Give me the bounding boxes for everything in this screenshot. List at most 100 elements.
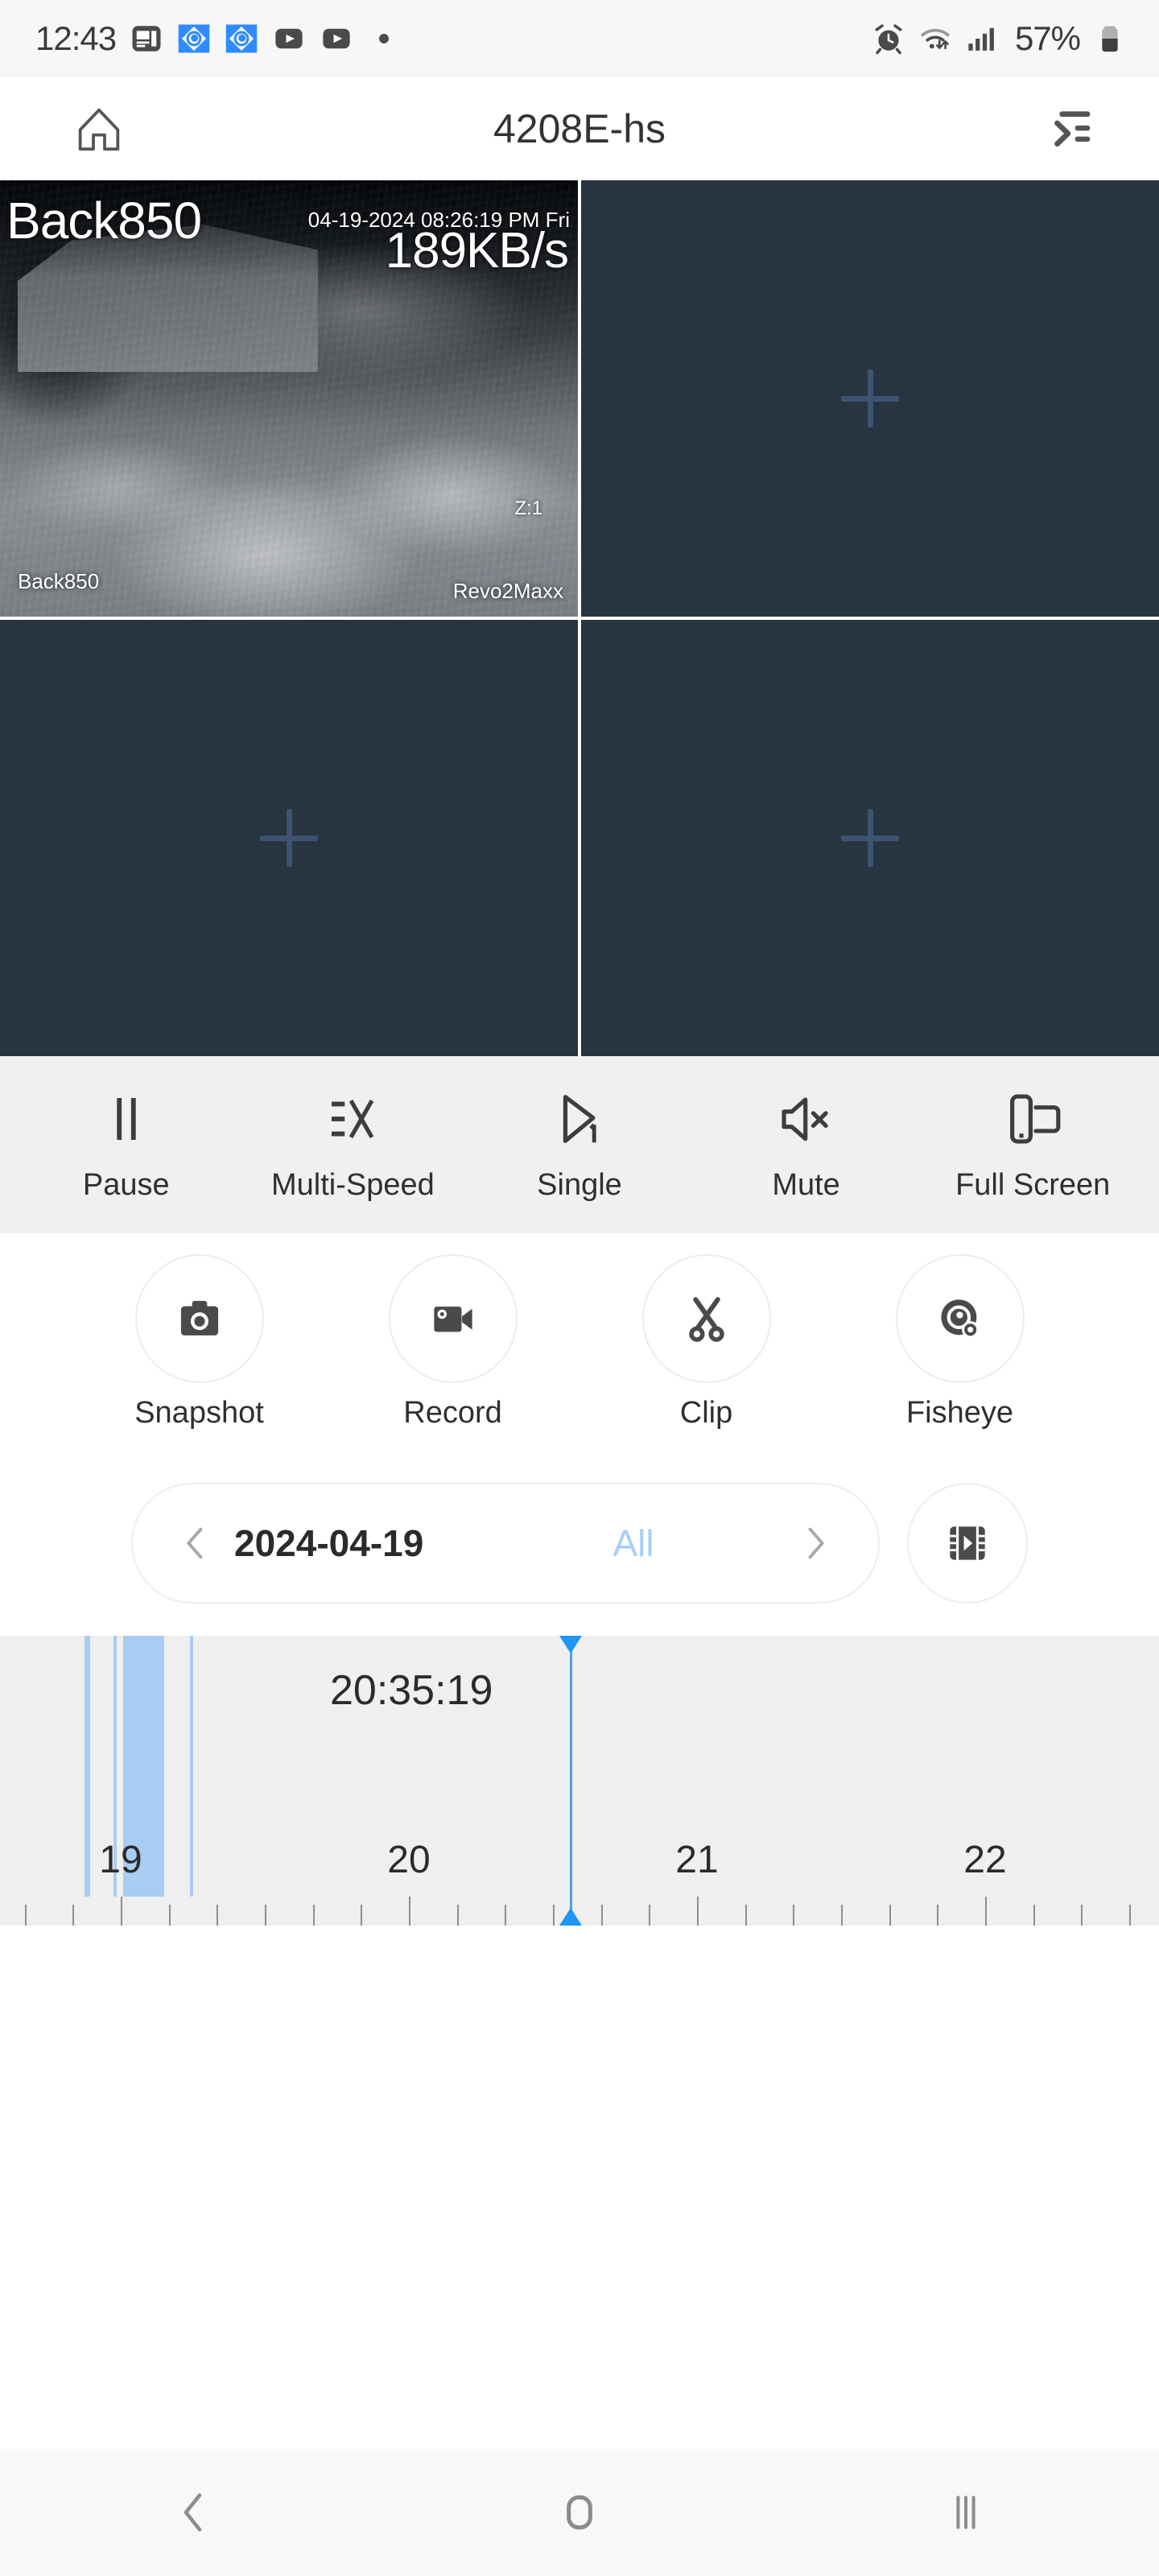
youtube-icon (323, 28, 350, 49)
video-tile-empty[interactable] (581, 620, 1159, 1056)
empty-area (0, 1926, 1159, 2336)
pause-label: Pause (82, 1167, 170, 1202)
fisheye-label: Fisheye (905, 1395, 1014, 1430)
timeline-tick (745, 1905, 747, 1926)
timeline-tick (553, 1905, 555, 1926)
date-selector[interactable]: 2024-04-19 All (131, 1483, 880, 1604)
video-camera-icon (433, 1306, 472, 1331)
timeline-playhead[interactable] (559, 1636, 583, 1926)
nav-back-button[interactable] (145, 2474, 241, 2551)
status-bar: 12:43 57% (0, 0, 1159, 77)
timeline-hour-label: 19 (99, 1839, 142, 1881)
nav-recents-button[interactable] (918, 2474, 1014, 2551)
prev-day-button[interactable] (171, 1522, 220, 1564)
video-grid: Back850 04-19-2024 08:26:19 PM Fri 189KB… (0, 180, 1159, 1056)
record-button-circle (388, 1253, 518, 1383)
timeline-tick (697, 1897, 699, 1926)
overlay-channel-big-name: Back850 (6, 192, 202, 250)
playhead-top-marker (559, 1636, 583, 1653)
fisheye-button[interactable]: Fisheye (833, 1253, 1087, 1430)
status-bar-left: 12:43 (35, 19, 401, 58)
channel-list-icon (1054, 111, 1091, 147)
mute-icon (775, 1088, 838, 1150)
single-button[interactable]: Single (466, 1088, 693, 1203)
timeline-tick (601, 1905, 603, 1926)
recordings-list-button[interactable] (907, 1483, 1028, 1604)
timeline-recording-segment (85, 1636, 90, 1897)
overlay-brand: Revo2Maxx (452, 579, 563, 603)
eye-app-icon (178, 24, 210, 53)
timeline-tick (985, 1897, 987, 1926)
youtube-icon (275, 28, 303, 49)
page-title: 4208E-hs (493, 106, 666, 151)
status-time: 12:43 (35, 19, 117, 57)
single-label: Single (537, 1167, 622, 1202)
action-button-row: Snapshot Record Clip Fisheye (0, 1233, 1159, 1451)
status-bar-right: 57% (872, 19, 1127, 58)
snapshot-button-circle (134, 1253, 264, 1383)
timeline-tick (793, 1905, 794, 1926)
plus-icon (841, 809, 899, 867)
stream-filter-all[interactable]: All (476, 1521, 791, 1565)
battery-percent: 57% (1014, 19, 1081, 57)
alarm-icon (875, 24, 902, 55)
clip-button[interactable]: Clip (580, 1253, 833, 1430)
eye-app-icon (225, 24, 258, 53)
video-tile-live[interactable]: Back850 04-19-2024 08:26:19 PM Fri 189KB… (0, 180, 578, 617)
camera-icon (180, 1300, 218, 1335)
record-label: Record (403, 1395, 502, 1430)
multi-speed-icon (321, 1088, 384, 1150)
timeline-tick (649, 1905, 650, 1926)
timeline-recording-segment (190, 1636, 194, 1897)
clip-button-circle (641, 1253, 771, 1383)
recents-icon (956, 2496, 975, 2529)
full-screen-icon (1001, 1088, 1064, 1150)
multi-speed-button[interactable]: Multi-Speed (240, 1088, 467, 1203)
timeline-tick (217, 1905, 218, 1926)
plus-icon (260, 809, 318, 867)
timeline-tick (1129, 1905, 1131, 1926)
timeline-tick (72, 1905, 74, 1926)
channel-list-button[interactable] (1043, 101, 1099, 157)
home-icon (78, 108, 120, 151)
timeline-tick (169, 1905, 171, 1926)
selected-date: 2024-04-19 (234, 1521, 424, 1564)
pause-icon (95, 1088, 158, 1150)
timeline-tick (505, 1905, 506, 1926)
news-icon (132, 26, 161, 52)
mute-label: Mute (772, 1167, 840, 1202)
home-button[interactable] (71, 101, 127, 157)
android-nav-bar (0, 2449, 1159, 2576)
full-screen-label: Full Screen (955, 1167, 1111, 1202)
chevron-right-icon (808, 1527, 824, 1559)
timeline-hour-label: 21 (675, 1839, 719, 1881)
snapshot-button[interactable]: Snapshot (72, 1253, 326, 1430)
timeline-tick (409, 1897, 410, 1926)
timeline-tick (841, 1905, 843, 1926)
timeline-hour-label: 20 (387, 1839, 431, 1881)
battery-icon (1102, 26, 1118, 52)
fisheye-icon (940, 1298, 979, 1338)
timeline-tick (25, 1905, 27, 1926)
chevron-left-icon (187, 1527, 203, 1559)
multi-speed-label: Multi-Speed (271, 1167, 435, 1202)
timeline-hour-label: 22 (963, 1839, 1007, 1881)
full-screen-button[interactable]: Full Screen (919, 1088, 1146, 1203)
timeline-tick (889, 1905, 891, 1926)
playback-timeline[interactable]: 20:35:19 19 20 21 22 (0, 1636, 1159, 1926)
pause-button[interactable]: Pause (13, 1088, 240, 1203)
overlay-bitrate: 189KB/s (385, 223, 569, 279)
timeline-tick (265, 1905, 266, 1926)
record-button[interactable]: Record (326, 1253, 580, 1430)
mute-button[interactable]: Mute (693, 1088, 920, 1203)
playback-control-row: Pause Multi-Speed Single Mute Full Scree… (0, 1056, 1159, 1233)
next-day-button[interactable] (791, 1522, 839, 1564)
timeline-tick (121, 1897, 122, 1926)
overlay-zoom-level: Z:1 (514, 497, 542, 519)
video-tile-empty[interactable] (581, 180, 1159, 617)
video-tile-empty[interactable] (0, 620, 578, 1056)
overlay-channel-name: Back850 (18, 569, 100, 593)
fisheye-button-circle (895, 1253, 1025, 1383)
nav-home-button[interactable] (531, 2474, 628, 2551)
timeline-tick (361, 1905, 362, 1926)
